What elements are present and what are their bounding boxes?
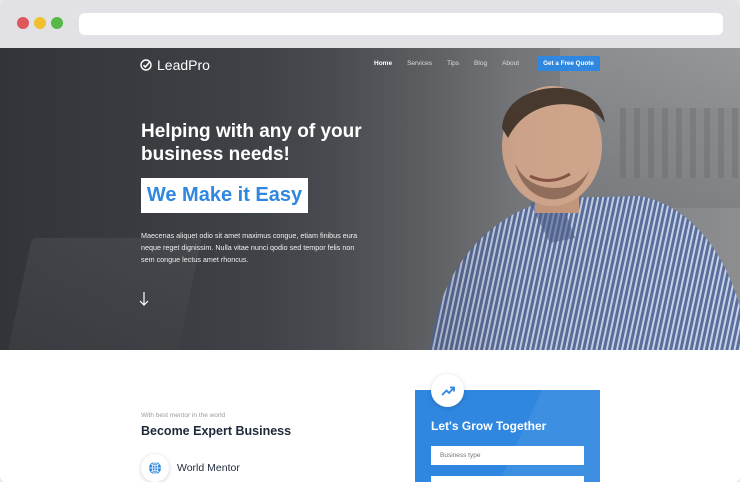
get-free-quote-button[interactable]: Get a Free Quote [537,56,600,71]
nav-item-about[interactable]: About [502,60,519,67]
hero-section [0,48,740,350]
window-minimize-button[interactable] [34,17,46,29]
hero-headline: Helping with any of your business needs! [141,120,401,166]
hero-overlay [0,48,740,350]
section-kicker: With best mentor in the world [141,412,226,419]
nav-item-home[interactable]: Home [374,60,392,67]
hero-headline-line-2: business needs! [141,144,290,165]
section-title: Become Expert Business [141,424,292,438]
nav-item-tips[interactable]: Tips [447,60,459,67]
trending-up-icon [440,386,455,396]
address-bar[interactable] [79,13,723,35]
window-close-button[interactable] [17,17,29,29]
window-maximize-button[interactable] [51,17,63,29]
main-nav: Home Services Tips Blog About [374,60,519,67]
form-title: Let's Grow Together [431,419,547,433]
world-mentor-label: World Mentor [177,462,240,474]
globe-icon [149,461,161,475]
world-mentor-badge [141,454,169,482]
browser-window: LeadPro Home Services Tips Blog About Ge… [0,0,740,482]
business-type-input[interactable] [431,446,584,465]
arrow-down-icon[interactable] [139,291,149,307]
hero-highlight-box: We Make it Easy [141,178,308,213]
hero-description: Maecenas aliquet odio sit amet maximus c… [141,231,358,264]
hero-headline-line-1: Helping with any of your [141,121,362,142]
nav-item-blog[interactable]: Blog [474,60,487,67]
site-logo[interactable]: LeadPro [140,57,210,73]
grow-badge [431,374,464,407]
browser-chrome [0,0,740,48]
check-circle-icon [140,59,152,71]
second-form-input[interactable] [431,476,584,482]
nav-item-services[interactable]: Services [407,60,432,67]
logo-text: LeadPro [157,57,210,73]
